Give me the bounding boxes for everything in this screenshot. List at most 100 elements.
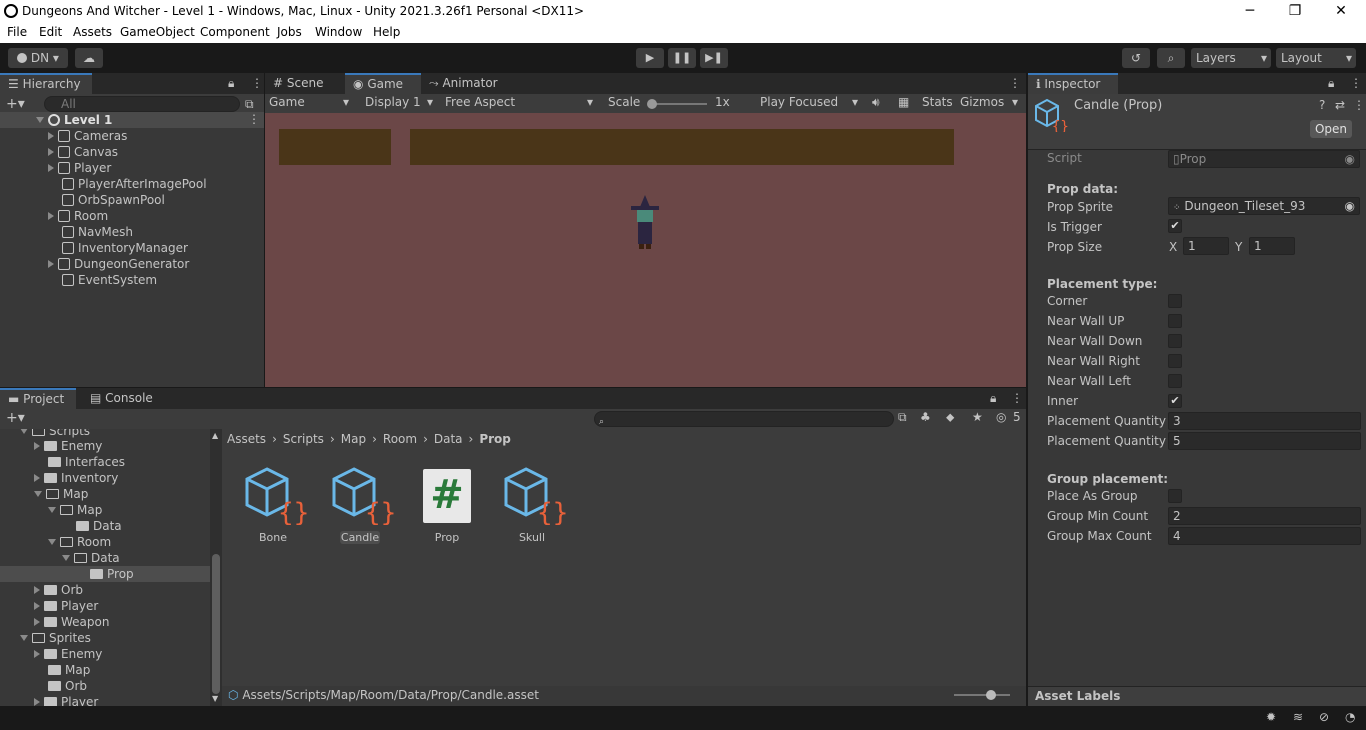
- pause-button[interactable]: ❚❚: [668, 48, 696, 68]
- search-by-type-icon[interactable]: ⧉: [898, 410, 907, 425]
- kebab-menu-icon[interactable]: ⋮: [1011, 391, 1023, 405]
- scale-slider[interactable]: [647, 99, 707, 109]
- favorites-icon[interactable]: ★: [972, 410, 983, 424]
- breadcrumb-item[interactable]: Map: [341, 432, 366, 446]
- minimize-button[interactable]: ─: [1227, 0, 1273, 24]
- hierarchy-item[interactable]: EventSystem: [62, 272, 157, 288]
- history-button[interactable]: ↺: [1122, 48, 1150, 68]
- kebab-menu-icon[interactable]: ⋮: [1009, 76, 1021, 90]
- tree-item[interactable]: Interfaces: [48, 454, 125, 470]
- tree-item[interactable]: Inventory: [34, 470, 118, 486]
- hierarchy-search-input[interactable]: All: [44, 96, 240, 112]
- layers-dropdown[interactable]: Layers ▾: [1191, 48, 1271, 68]
- asset-item-skull[interactable]: {} Skull: [492, 467, 572, 547]
- menu-file[interactable]: File: [7, 25, 27, 39]
- display-dropdown[interactable]: Display 1 ▾: [365, 95, 437, 109]
- scene-menu-icon[interactable]: ⋮: [248, 112, 260, 126]
- play-mode-dropdown[interactable]: Play Focused ▾: [760, 95, 862, 109]
- tree-item[interactable]: Data: [76, 518, 122, 534]
- prop-size-y-field[interactable]: 1: [1249, 237, 1295, 255]
- menu-gameobject[interactable]: GameObject: [120, 25, 195, 39]
- project-search-input[interactable]: ⌕: [594, 411, 894, 427]
- open-button[interactable]: Open: [1310, 120, 1352, 138]
- placement-quantity-max-field[interactable]: 5: [1168, 432, 1361, 450]
- cache-server-icon[interactable]: ≋: [1293, 710, 1303, 724]
- breadcrumb-item[interactable]: Room: [383, 432, 417, 446]
- tree-item[interactable]: Player: [34, 598, 98, 614]
- hierarchy-item[interactable]: InventoryManager: [62, 240, 188, 256]
- lock-icon[interactable]: 🔒︎: [1328, 76, 1334, 91]
- prop-size-x-field[interactable]: 1: [1183, 237, 1229, 255]
- expand-arrow-icon[interactable]: [48, 260, 54, 268]
- breadcrumb-item[interactable]: Scripts: [283, 432, 324, 446]
- menu-component[interactable]: Component: [200, 25, 270, 39]
- auto-generate-icon[interactable]: ◔: [1345, 710, 1355, 724]
- tree-item[interactable]: Player: [34, 694, 98, 706]
- layout-dropdown[interactable]: Layout ▾: [1276, 48, 1356, 68]
- tree-item[interactable]: Map: [48, 502, 102, 518]
- tree-item[interactable]: Room: [48, 534, 111, 550]
- tree-item[interactable]: Orb: [34, 582, 83, 598]
- add-icon[interactable]: +▾: [6, 96, 25, 112]
- tab-project[interactable]: ▬ Project: [0, 388, 76, 409]
- hidden-packages-icon[interactable]: ◎: [996, 410, 1006, 424]
- kebab-menu-icon[interactable]: ⋮: [251, 76, 263, 90]
- menu-help[interactable]: Help: [373, 25, 400, 39]
- close-button[interactable]: ✕: [1318, 0, 1364, 24]
- tree-item[interactable]: Sprites: [20, 630, 91, 646]
- expand-arrow-icon[interactable]: [48, 148, 54, 156]
- breadcrumb-item[interactable]: Assets: [227, 432, 266, 446]
- menu-assets[interactable]: Assets: [73, 25, 112, 39]
- menu-edit[interactable]: Edit: [39, 25, 62, 39]
- asset-labels-bar[interactable]: Asset Labels: [1028, 686, 1366, 706]
- tree-item[interactable]: Enemy: [34, 438, 102, 454]
- tree-item[interactable]: Weapon: [34, 614, 109, 630]
- tab-hierarchy[interactable]: ☰ Hierarchy: [0, 73, 92, 94]
- menu-window[interactable]: Window: [315, 25, 362, 39]
- breadcrumb-item[interactable]: Data: [434, 432, 463, 446]
- debug-mode-icon[interactable]: ⊘: [1319, 710, 1329, 724]
- hierarchy-item[interactable]: OrbSpawnPool: [62, 192, 165, 208]
- tree-item[interactable]: Orb: [48, 678, 87, 694]
- object-picker-icon[interactable]: ◉: [1345, 151, 1355, 167]
- scale-slider-thumb[interactable]: [647, 99, 657, 109]
- tab-scene[interactable]: # Scene: [265, 73, 343, 94]
- tree-item[interactable]: Map: [48, 662, 90, 678]
- cloud-button[interactable]: ☁: [75, 48, 103, 68]
- icon-size-slider-thumb[interactable]: [986, 690, 996, 700]
- tree-item[interactable]: Data: [62, 550, 120, 566]
- lock-icon[interactable]: 🔒︎: [228, 76, 234, 91]
- icon-size-slider[interactable]: [954, 690, 1010, 700]
- search-button[interactable]: ⌕: [1157, 48, 1185, 68]
- search-filter-icon[interactable]: ⧉: [245, 97, 254, 112]
- place-as-group-checkbox[interactable]: [1168, 489, 1182, 503]
- tree-item[interactable]: Enemy: [34, 646, 102, 662]
- group-max-count-field[interactable]: 4: [1168, 527, 1361, 545]
- stats-button[interactable]: Stats: [922, 95, 953, 109]
- gizmos-dropdown-arrow[interactable]: ▾: [1012, 95, 1018, 109]
- scroll-down-arrow[interactable]: ▼: [212, 694, 218, 703]
- inner-checkbox[interactable]: ✔: [1168, 394, 1182, 408]
- group-min-count-field[interactable]: 2: [1168, 507, 1361, 525]
- scroll-up-arrow[interactable]: ▲: [212, 431, 218, 440]
- maximize-button[interactable]: ❐: [1272, 0, 1318, 24]
- hierarchy-item[interactable]: Canvas: [48, 144, 118, 160]
- near-wall-down-checkbox[interactable]: [1168, 334, 1182, 348]
- placement-quantity-min-field[interactable]: 3: [1168, 412, 1361, 430]
- play-button[interactable]: ▶: [636, 48, 664, 68]
- component-menu-icon[interactable]: ⋮: [1353, 98, 1365, 112]
- tree-scrollbar[interactable]: ▲ ▼: [210, 429, 222, 706]
- object-picker-icon[interactable]: ◉: [1345, 198, 1355, 214]
- hierarchy-item[interactable]: PlayerAfterImagePool: [62, 176, 207, 192]
- near-wall-right-checkbox[interactable]: [1168, 354, 1182, 368]
- tab-inspector[interactable]: ℹ Inspector: [1028, 73, 1118, 94]
- menu-jobs[interactable]: Jobs: [277, 25, 302, 39]
- tab-animator[interactable]: ⤳ Animator: [421, 73, 511, 94]
- mute-audio-icon[interactable]: 🔊︎: [872, 95, 880, 110]
- expand-arrow-icon[interactable]: [36, 117, 44, 123]
- breadcrumb-current[interactable]: Prop: [479, 432, 511, 446]
- tab-game[interactable]: ◉ Game: [345, 73, 421, 94]
- aspect-dropdown[interactable]: Free Aspect ▾: [445, 95, 597, 109]
- tab-console[interactable]: ▤ Console: [82, 388, 162, 409]
- presets-icon[interactable]: ⇄: [1335, 98, 1345, 112]
